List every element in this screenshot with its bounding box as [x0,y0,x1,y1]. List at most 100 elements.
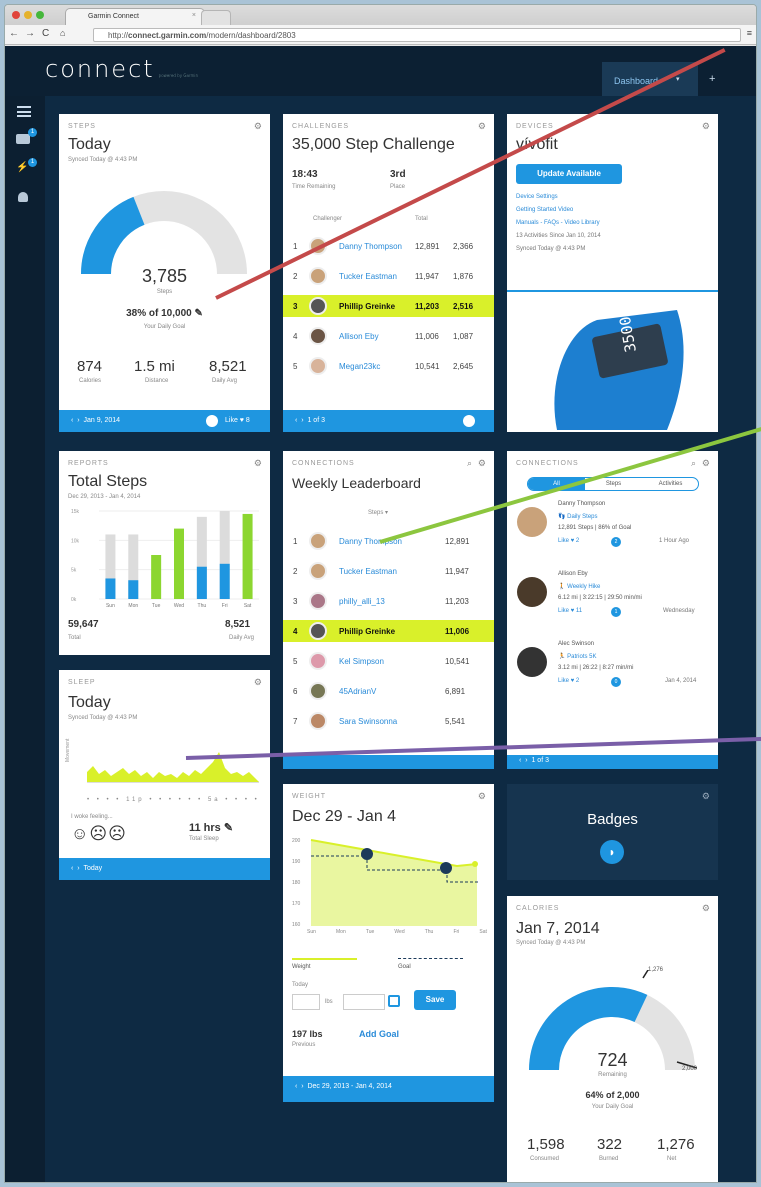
date-input[interactable] [343,994,385,1010]
steps-filter-dropdown[interactable]: Steps ▾ [368,509,388,516]
comment-count[interactable]: 1 [611,607,621,617]
feed-item[interactable]: Allison Eby 🚶 Weekly Hike 6.12 mi | 3:22… [507,569,718,639]
gear-icon[interactable]: ⚙ [702,458,710,469]
next-icon[interactable]: › [525,757,527,764]
next-icon[interactable]: › [77,417,79,424]
gear-icon[interactable]: ⚙ [702,791,710,802]
gear-icon[interactable]: ⚙ [478,791,486,802]
gear-icon[interactable]: ⚙ [702,121,710,132]
feed-item[interactable]: Alec Swinson 🏃 Patriots 5K 3.12 mi | 26:… [507,639,718,709]
comment-icon[interactable] [206,415,218,427]
neutral-face-icon[interactable]: ☹ [89,824,108,843]
challenge-row[interactable]: 1 Danny Thompson 12,891 2,366 [283,235,494,257]
home-icon[interactable]: ⌂ [60,28,65,38]
place: 3rd [390,169,406,180]
feed-activity[interactable]: 🚶 Weekly Hike [558,583,600,590]
next-icon[interactable]: › [301,1083,303,1090]
challenger-name[interactable]: Danny Thompson [339,242,402,251]
manuals-link[interactable]: Manuals - FAQs - Video Library [516,220,600,226]
feed-activity[interactable]: 🏃 Patriots 5K [558,653,597,660]
browser-tab[interactable]: Garmin Connect × [65,8,205,25]
gear-icon[interactable]: ⚙ [254,458,262,469]
search-icon[interactable]: ⌕ [467,458,472,469]
add-dashboard-icon[interactable]: + [709,73,715,85]
prev-icon[interactable]: ‹ [519,757,521,764]
add-goal-link[interactable]: Add Goal [359,1029,399,1039]
minimize-window-icon[interactable] [24,11,32,19]
leaderboard-row[interactable]: 7 Sara Swinsonna 5,541 [283,710,494,732]
challenger-today: 1,087 [453,332,474,341]
member-name[interactable]: Tucker Eastman [339,567,397,576]
dashboard-dropdown-icon[interactable]: ▾ [676,75,680,83]
profile-icon[interactable] [18,192,28,202]
close-window-icon[interactable] [12,11,20,19]
prev-icon[interactable]: ‹ [71,417,73,424]
badges-card[interactable]: ⚙ Badges ◗ [507,784,718,880]
sleep-hours[interactable]: 11 hrs ✎ [189,821,233,834]
member-name[interactable]: 45AdrianV [339,687,376,696]
next-icon[interactable]: › [301,417,303,424]
gear-icon[interactable]: ⚙ [254,121,262,132]
url-field[interactable]: http://connect.garmin.com/modern/dashboa… [93,28,741,42]
like-button[interactable]: Like ♥ 8 [225,417,250,424]
next-icon[interactable]: › [77,865,79,872]
connect-logo[interactable]: connect powered by Garmin [45,55,198,83]
day-label: Tue [365,929,375,935]
save-button[interactable]: Save [414,990,456,1010]
back-icon[interactable]: ← [9,28,19,39]
gear-icon[interactable]: ⚙ [254,677,262,688]
challenge-row[interactable]: 2 Tucker Eastman 11,947 1,876 [283,265,494,287]
gear-icon[interactable]: ⚙ [702,903,710,914]
leaderboard-row[interactable]: 2 Tucker Eastman 11,947 [283,560,494,582]
maximize-window-icon[interactable] [36,11,44,19]
member-name[interactable]: Phillip Greinke [339,627,395,636]
challenge-row-current-user[interactable]: 3 Phillip Greinke 11,203 2,516 [283,295,494,317]
leaderboard-row-current-user[interactable]: 4 Phillip Greinke 11,006 [283,620,494,642]
gear-icon[interactable]: ⚙ [478,121,486,132]
like-button[interactable]: Like ♥ 2 [558,678,579,684]
challenger-name[interactable]: Megan23kc [339,362,380,371]
challenge-row[interactable]: 4 Allison Eby 11,006 1,087 [283,325,494,347]
search-icon[interactable]: ⌕ [691,458,696,469]
weight-input[interactable] [292,994,320,1010]
prev-icon[interactable]: ‹ [71,865,73,872]
menu-icon[interactable]: ≡ [747,28,752,38]
forward-icon[interactable]: → [25,28,35,39]
challenger-name[interactable]: Allison Eby [339,332,379,341]
edit-icon[interactable]: ✎ [195,308,203,319]
new-tab-button[interactable] [201,10,231,25]
inbox-icon[interactable] [16,134,30,144]
feed-item[interactable]: Danny Thompson 👣 Daily Steps 12,891 Step… [507,499,718,569]
close-tab-icon[interactable]: × [192,12,196,19]
challenger-name[interactable]: Tucker Eastman [339,272,397,281]
member-name[interactable]: Sara Swinsonna [339,717,397,726]
tab-activities[interactable]: Activities [642,478,698,490]
leaderboard-row[interactable]: 5 Kel Simpson 10,541 [283,650,494,672]
feed-activity[interactable]: 👣 Daily Steps [558,513,598,520]
update-available-button[interactable]: Update Available [516,164,622,184]
hamburger-icon[interactable] [17,106,31,117]
like-button[interactable]: Like ♥ 11 [558,608,582,614]
sad-face-icon[interactable]: ☹ [108,824,127,843]
comment-count[interactable]: 0 [611,677,621,687]
card-header: DEVICES [516,123,554,130]
challenger-name[interactable]: Phillip Greinke [339,302,395,311]
leaderboard-row[interactable]: 6 45AdrianV 6,891 [283,680,494,702]
leaderboard-row[interactable]: 3 philly_alli_13 11,203 [283,590,494,612]
challenge-row[interactable]: 5 Megan23kc 10,541 2,645 [283,355,494,377]
steps-goal[interactable]: 38% of 10,000 ✎ [59,308,270,319]
getting-started-link[interactable]: Getting Started Video [516,207,573,213]
like-button[interactable]: Like ♥ 2 [558,538,579,544]
comment-icon[interactable] [463,415,475,427]
device-settings-link[interactable]: Device Settings [516,194,558,200]
prev-icon[interactable]: ‹ [295,1083,297,1090]
comment-count[interactable]: 2 [611,537,621,547]
member-name[interactable]: philly_alli_13 [339,597,385,606]
prev-icon[interactable]: ‹ [295,417,297,424]
edit-icon[interactable]: ✎ [224,822,233,834]
happy-face-icon[interactable]: ☺ [71,824,89,843]
calendar-icon[interactable] [388,995,400,1007]
gear-icon[interactable]: ⚙ [478,458,486,469]
member-name[interactable]: Kel Simpson [339,657,384,666]
reload-icon[interactable]: C [42,28,49,39]
